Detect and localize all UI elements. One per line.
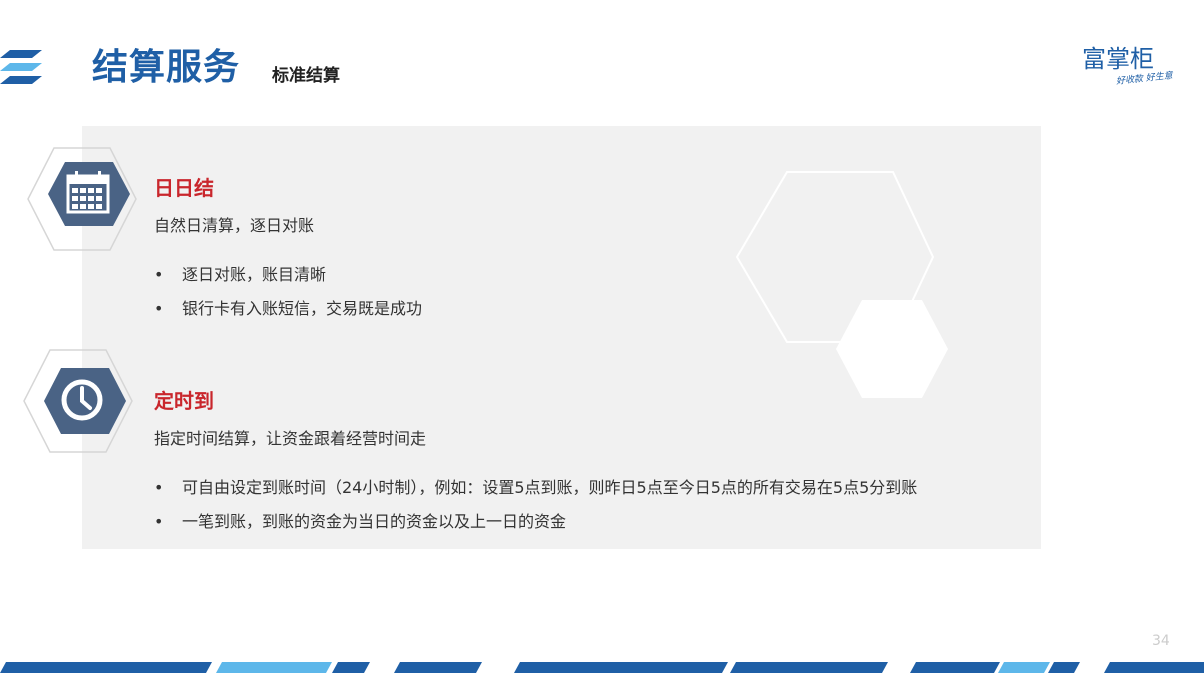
title-stripes-icon — [0, 50, 42, 84]
list-item: • 可自由设定到账时间（24小时制），例如：设置5点到账，则昨日5点至今日5点的所… — [154, 477, 917, 499]
calendar-icon — [27, 147, 137, 251]
list-item: • 一笔到账，到账的资金为当日的资金以及上一日的资金 — [154, 511, 566, 533]
list-item: • 银行卡有入账短信，交易既是成功 — [154, 298, 422, 320]
page-subtitle: 标准结算 — [272, 66, 340, 86]
clock-icon — [23, 349, 133, 453]
page-title: 结算服务 — [92, 47, 241, 88]
section-title-daily: 日日结 — [154, 176, 214, 200]
bullet-dot: • — [154, 299, 164, 318]
section-title-scheduled: 定时到 — [154, 389, 214, 413]
page-number: 34 — [1152, 633, 1170, 649]
footer-stripes — [0, 662, 1204, 673]
bullet-dot: • — [154, 478, 164, 497]
list-item: • 逐日对账，账目清晰 — [154, 264, 326, 286]
section-subtitle-daily: 自然日清算，逐日对账 — [154, 216, 315, 235]
bullet-text: 可自由设定到账时间（24小时制），例如：设置5点到账，则昨日5点至今日5点的所有… — [182, 478, 918, 497]
bullet-text: 逐日对账，账目清晰 — [182, 265, 327, 284]
bullet-dot: • — [154, 512, 164, 531]
bullet-text: 银行卡有入账短信，交易既是成功 — [182, 299, 423, 318]
bullet-dot: • — [154, 265, 164, 284]
logo-name: 富掌柜 — [1082, 45, 1154, 73]
bullet-text: 一笔到账，到账的资金为当日的资金以及上一日的资金 — [182, 512, 567, 531]
section-subtitle-scheduled: 指定时间结算，让资金跟着经营时间走 — [154, 429, 427, 448]
brand-logo: 富掌柜 好收款 好生意 — [1078, 44, 1188, 94]
decorative-hexagons — [735, 171, 948, 398]
